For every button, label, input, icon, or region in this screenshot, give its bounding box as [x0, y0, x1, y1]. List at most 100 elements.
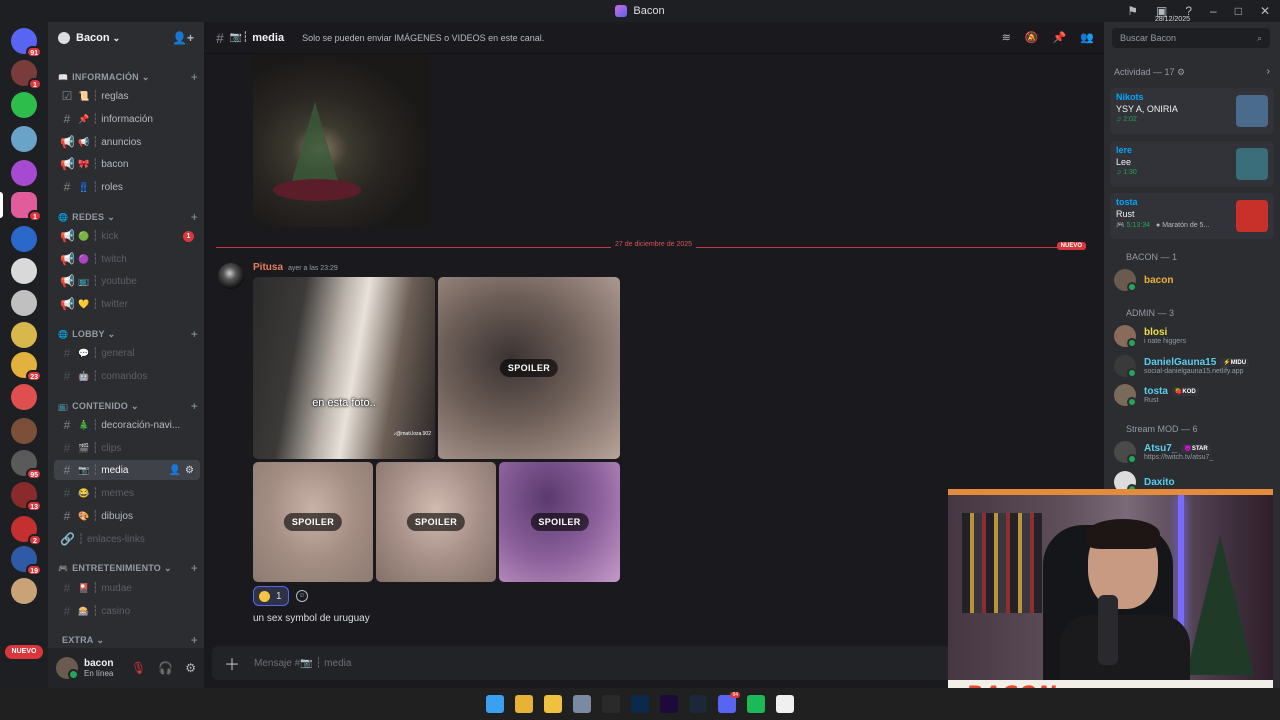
- avatar[interactable]: [56, 657, 79, 680]
- channel-category[interactable]: EXTRA ⌄ +: [58, 632, 198, 648]
- channel-item[interactable]: # 📌 ┆ información: [54, 109, 200, 129]
- member-item[interactable]: bacon: [1114, 266, 1274, 294]
- threads-icon[interactable]: ≋: [1002, 31, 1011, 44]
- add-channel-icon[interactable]: +: [191, 561, 198, 575]
- attachment-image[interactable]: en esta foto.. ♪@mati.loza.902: [253, 277, 435, 459]
- channel-item[interactable]: # 🎴 ┆ mudae: [54, 578, 200, 598]
- server-icon[interactable]: 2: [11, 516, 42, 546]
- add-channel-icon[interactable]: +: [191, 70, 198, 84]
- channel-category[interactable]: 📺 CONTENIDO ⌄ +: [58, 398, 198, 414]
- channel-item[interactable]: # 🎄 ┆ decoración-navi...: [54, 415, 200, 435]
- channel-category[interactable]: 📖 INFORMACIÓN ⌄ +: [58, 69, 198, 85]
- premiere-icon[interactable]: [660, 695, 678, 713]
- discord-icon[interactable]: 94: [718, 692, 740, 713]
- channel-item[interactable]: # 🎬 ┆ clips: [54, 438, 200, 458]
- attach-plus-icon[interactable]: ＋: [224, 651, 240, 675]
- spoiler-attachment[interactable]: SPOILER: [253, 462, 373, 582]
- pin-icon[interactable]: 📌: [1053, 31, 1067, 44]
- channel-item[interactable]: 📢 🟣 ┆ twitch: [54, 249, 200, 269]
- search-input[interactable]: Buscar Bacon ⌕: [1112, 28, 1270, 48]
- activity-card[interactable]: Nikots YSY A, ONIRIA ♫ 2:02: [1110, 88, 1274, 134]
- mic-muted-icon[interactable]: 🎙: [131, 661, 146, 675]
- settings-gear-icon[interactable]: ⚙: [185, 465, 194, 476]
- chrome-icon[interactable]: [515, 695, 533, 713]
- channel-item[interactable]: # 😂 ┆ memes: [54, 483, 200, 503]
- channel-item[interactable]: # 📷 ┆ media 👤 ⚙: [54, 460, 200, 480]
- settings-gear-icon[interactable]: ⚙: [185, 661, 196, 675]
- notion-icon[interactable]: [776, 695, 794, 713]
- channel-item[interactable]: # 👖 ┆ roles: [54, 177, 200, 197]
- add-reaction-icon[interactable]: ☺: [296, 590, 308, 602]
- channel-category[interactable]: 🌐 REDES ⌄ +: [58, 209, 198, 225]
- channel-category[interactable]: 🌐 LOBBY ⌄ +: [58, 326, 198, 342]
- invite-user-icon[interactable]: 👤+: [172, 31, 194, 45]
- server-icon[interactable]: [11, 384, 37, 410]
- file-explorer-icon[interactable]: [544, 695, 562, 713]
- add-channel-icon[interactable]: +: [191, 399, 198, 413]
- reaction-button[interactable]: 1: [253, 586, 289, 606]
- steam-icon[interactable]: [689, 695, 707, 713]
- server-header[interactable]: Bacon ⌄ 👤+: [48, 22, 204, 54]
- server-icon[interactable]: [11, 126, 37, 152]
- add-channel-icon[interactable]: +: [191, 327, 198, 341]
- channel-item[interactable]: # 🎰 ┆ casino: [54, 601, 200, 621]
- activity-card[interactable]: tosta Rust 🎮 5:13:34 ● Maratón de 5...: [1110, 193, 1274, 239]
- channel-item[interactable]: # 💬 ┆ general: [54, 343, 200, 363]
- spoiler-attachment[interactable]: SPOILER: [376, 462, 496, 582]
- windows-start-icon[interactable]: [486, 695, 504, 713]
- headphones-icon[interactable]: 🎧: [158, 661, 173, 675]
- composer-placeholder[interactable]: Mensaje #📷 ┆ media: [254, 658, 351, 669]
- channel-item[interactable]: # 🎨 ┆ dibujos: [54, 506, 200, 526]
- add-channel-icon[interactable]: +: [191, 210, 198, 224]
- invite-user-icon[interactable]: 👤: [169, 465, 181, 476]
- channel-item[interactable]: # 🤖 ┆ comandos: [54, 366, 200, 386]
- photoshop-icon[interactable]: [631, 695, 649, 713]
- obs-icon[interactable]: [602, 695, 620, 713]
- channel-item[interactable]: 🔗 ┆ enlaces-links: [54, 529, 200, 549]
- channel-item[interactable]: 📢 💛 ┆ twitter: [54, 294, 200, 314]
- maximize-button[interactable]: □: [1235, 4, 1242, 18]
- server-icon[interactable]: [11, 92, 37, 118]
- member-item[interactable]: Atsu7_ 😈STAR https://twitch.tv/atsu7_: [1114, 438, 1274, 466]
- member-item[interactable]: DanielGauna15 ⚡MIDU social-danielgauna15.n…: [1114, 352, 1274, 380]
- channel-item[interactable]: 📢 🎀 ┆ bacon: [54, 154, 200, 174]
- member-item[interactable]: tosta 🍓KOD Rust: [1114, 381, 1274, 409]
- channel-item[interactable]: 📢 📺 ┆ youtube: [54, 271, 200, 291]
- spoiler-attachment[interactable]: SPOILER: [438, 277, 620, 459]
- server-icon[interactable]: [11, 226, 37, 252]
- server-icon[interactable]: [11, 578, 37, 604]
- server-icon[interactable]: 91: [11, 28, 42, 58]
- spoiler-attachment[interactable]: SPOILER: [499, 462, 620, 582]
- server-icon[interactable]: [11, 160, 37, 186]
- gear-icon[interactable]: ⚙: [1177, 67, 1185, 77]
- notifications-muted-icon[interactable]: 🔕: [1025, 31, 1039, 44]
- server-icon[interactable]: 95: [11, 450, 42, 480]
- inbox-flag-icon[interactable]: ⚑: [1127, 4, 1138, 18]
- server-icon[interactable]: 13: [11, 482, 42, 512]
- channel-item[interactable]: 📢 🟢 ┆ kick 1: [54, 226, 200, 246]
- member-item[interactable]: blosi i nate higgers: [1114, 322, 1274, 350]
- activity-card[interactable]: lere Lee ♫ 1:30: [1110, 141, 1274, 187]
- spotify-icon[interactable]: [747, 695, 765, 713]
- message-author[interactable]: Pitusa: [253, 262, 283, 273]
- channel-item[interactable]: ☑ 📜 ┆ reglas: [54, 86, 200, 106]
- author-avatar[interactable]: [218, 263, 244, 289]
- close-button[interactable]: ✕: [1260, 4, 1270, 18]
- server-icon[interactable]: 1: [11, 192, 42, 222]
- channel-item[interactable]: 📢 📢 ┆ anuncios: [54, 132, 200, 152]
- server-icon[interactable]: [11, 418, 37, 444]
- server-icon[interactable]: 1: [11, 60, 42, 90]
- server-icon[interactable]: 19: [11, 546, 42, 576]
- channel-category[interactable]: 🎮 ENTRETENIMIENTO ⌄ +: [58, 560, 198, 576]
- attachment-image[interactable]: [253, 54, 429, 227]
- member-list-icon[interactable]: 👥: [1080, 31, 1094, 44]
- snipping-tool-icon[interactable]: [573, 695, 591, 713]
- new-servers-badge[interactable]: NUEVO: [5, 645, 43, 659]
- server-icon[interactable]: 23: [11, 352, 42, 382]
- server-icon[interactable]: [11, 290, 37, 316]
- server-icon[interactable]: [11, 258, 37, 284]
- minimize-button[interactable]: –: [1210, 4, 1217, 18]
- server-icon[interactable]: [11, 322, 37, 348]
- chevron-right-icon[interactable]: ›: [1267, 66, 1270, 77]
- add-channel-icon[interactable]: +: [191, 633, 198, 647]
